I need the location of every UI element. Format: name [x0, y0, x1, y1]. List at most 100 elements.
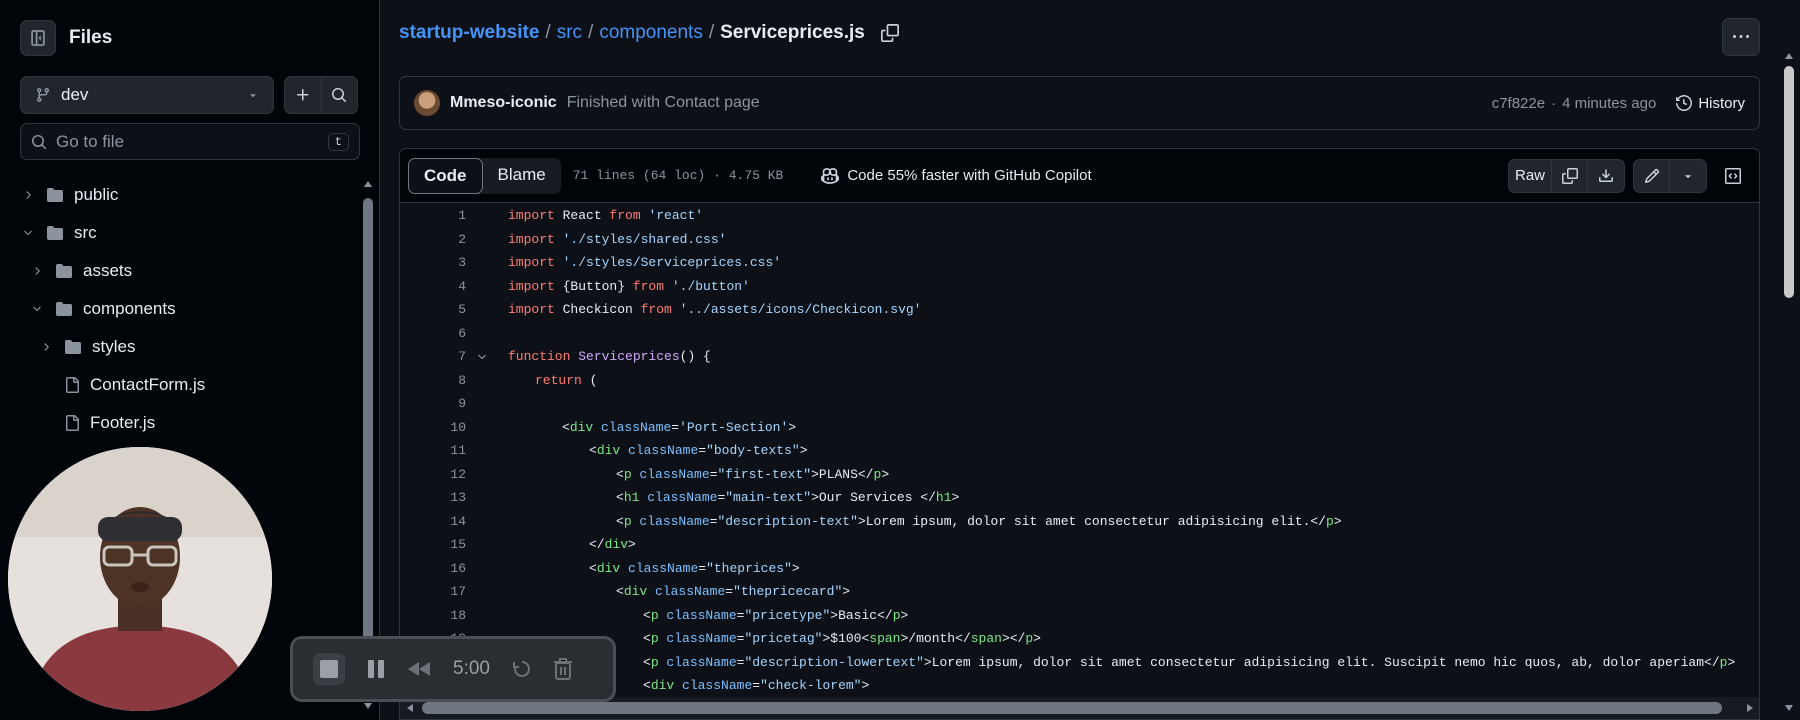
line-number[interactable]: 11 — [400, 443, 466, 458]
code-line[interactable]: 5 import Checkicon from '../assets/icons/… — [400, 298, 1759, 322]
page-scrollbar-thumb[interactable] — [1784, 66, 1794, 298]
line-number[interactable]: 10 — [400, 420, 466, 435]
chevron-right-icon[interactable] — [29, 265, 45, 277]
code-line[interactable]: 6 — [400, 322, 1759, 346]
breadcrumb-components-link[interactable]: components — [599, 22, 703, 44]
code-token: className — [639, 466, 710, 482]
chevron-down-icon[interactable] — [29, 303, 45, 315]
kebab-horizontal-icon — [1733, 29, 1749, 45]
search-files-button[interactable] — [322, 77, 358, 113]
tree-item-footer-js[interactable]: Footer.js — [0, 404, 350, 442]
code-line[interactable]: 8 return ( — [400, 369, 1759, 393]
code-line[interactable]: 9 — [400, 392, 1759, 416]
commit-author[interactable]: Mmeso-iconic — [450, 94, 557, 112]
copy-icon — [1561, 167, 1578, 184]
sidebar-collapse-button[interactable] — [20, 20, 56, 56]
sidebar-scrollbar-thumb[interactable] — [363, 198, 373, 658]
line-number[interactable]: 3 — [400, 255, 466, 270]
code-line[interactable]: 11 <div className="body-texts"> — [400, 439, 1759, 463]
add-file-button[interactable] — [285, 77, 322, 113]
fold-chevron-icon[interactable] — [466, 351, 498, 363]
code-text: <p className="first-text">PLANS</p> — [498, 467, 889, 482]
copy-raw-button[interactable] — [1552, 159, 1588, 192]
line-number[interactable]: 12 — [400, 467, 466, 482]
delete-recording-button[interactable] — [553, 658, 572, 680]
folder-icon — [46, 225, 64, 241]
restart-button[interactable] — [512, 659, 532, 679]
edit-options-dropdown[interactable] — [1670, 160, 1706, 192]
history-button[interactable]: History — [1676, 95, 1745, 112]
recording-timer: 5:00 — [453, 658, 490, 679]
code-line[interactable]: 10 <div className='Port-Section'> — [400, 416, 1759, 440]
rewind-button[interactable] — [407, 661, 431, 677]
code-line[interactable]: 17 <div className="thepricecard"> — [400, 580, 1759, 604]
chevron-right-icon[interactable] — [38, 341, 54, 353]
code-token: < — [643, 678, 651, 694]
tree-item-components[interactable]: components — [0, 290, 350, 328]
line-number[interactable]: 15 — [400, 537, 466, 552]
go-to-file-input[interactable]: Go to file t — [20, 123, 360, 160]
chevron-down-icon[interactable] — [20, 227, 36, 239]
page-vertical-scrollbar[interactable] — [1782, 48, 1796, 720]
line-number[interactable]: 13 — [400, 490, 466, 505]
code-line[interactable]: 16 <div className="theprices"> — [400, 557, 1759, 581]
line-number[interactable]: 7 — [400, 349, 466, 364]
commit-hash[interactable]: c7f822e — [1492, 95, 1545, 112]
line-number[interactable]: 14 — [400, 514, 466, 529]
sidebar-scrollbar[interactable] — [361, 176, 375, 714]
symbols-panel-button[interactable] — [1715, 160, 1751, 192]
raw-button[interactable]: Raw — [1509, 159, 1552, 192]
tree-item-styles[interactable]: styles — [0, 328, 350, 366]
code-token: className — [666, 631, 737, 647]
line-number[interactable]: 4 — [400, 279, 466, 294]
horizontal-scrollbar-thumb[interactable] — [422, 702, 1722, 714]
copy-path-button[interactable] — [880, 24, 899, 42]
stop-recording-button[interactable] — [313, 653, 345, 685]
tree-item-contactform-js[interactable]: ContactForm.js — [0, 366, 350, 404]
code-line[interactable]: 7 function Serviceprices() { — [400, 345, 1759, 369]
code-line[interactable]: 3 import './styles/Serviceprices.css' — [400, 251, 1759, 275]
line-number[interactable]: 6 — [400, 326, 466, 341]
line-number[interactable]: 2 — [400, 232, 466, 247]
code-token: Checkicon — [562, 302, 641, 318]
code-token: h1 — [623, 490, 648, 506]
code-token: "description-text" — [717, 513, 858, 529]
code-text: return ( — [498, 373, 597, 388]
tree-item-label: public — [74, 185, 119, 204]
breadcrumb-repo-link[interactable]: startup-website — [399, 22, 539, 44]
breadcrumb-src-link[interactable]: src — [557, 22, 582, 44]
tree-item-assets[interactable]: assets — [0, 252, 350, 290]
line-number[interactable]: 1 — [400, 208, 466, 223]
code-token: > — [951, 490, 960, 506]
code-line[interactable]: 12 <p className="first-text">PLANS</p> — [400, 463, 1759, 487]
code-text: </div> — [498, 537, 636, 552]
line-number[interactable]: 17 — [400, 584, 466, 599]
line-number[interactable]: 8 — [400, 373, 466, 388]
code-line[interactable]: 18 <p className="pricetype">Basic</p> — [400, 604, 1759, 628]
code-line[interactable]: 2 import './styles/shared.css' — [400, 228, 1759, 252]
tree-item-src[interactable]: src — [0, 214, 350, 252]
code-token: "body-texts" — [706, 443, 800, 459]
edit-button[interactable] — [1634, 159, 1670, 192]
code-line[interactable]: 4 import {Button} from './button' — [400, 275, 1759, 299]
commit-message[interactable]: Finished with Contact page — [567, 94, 760, 112]
avatar[interactable] — [414, 90, 440, 116]
line-number[interactable]: 5 — [400, 302, 466, 317]
tree-item-public[interactable]: public — [0, 176, 350, 214]
code-line[interactable]: 15 </div> — [400, 533, 1759, 557]
download-button[interactable] — [1588, 160, 1624, 192]
tab-blame[interactable]: Blame — [483, 158, 561, 194]
copilot-promo[interactable]: Code 55% faster with GitHub Copilot — [821, 167, 1092, 185]
line-number[interactable]: 16 — [400, 561, 466, 576]
pause-button[interactable] — [367, 659, 385, 679]
code-line[interactable]: 13 <h1 className="main-text">Our Services… — [400, 486, 1759, 510]
branch-selector[interactable]: dev — [20, 76, 274, 114]
tab-code[interactable]: Code — [408, 157, 483, 194]
line-number[interactable]: 18 — [400, 608, 466, 623]
chevron-right-icon[interactable] — [20, 189, 36, 201]
line-number[interactable]: 9 — [400, 396, 466, 411]
copy-icon — [880, 24, 899, 42]
code-line[interactable]: 1 import React from 'react' — [400, 204, 1759, 228]
more-options-button[interactable] — [1722, 18, 1760, 56]
code-line[interactable]: 14 <p className="description-text">Lorem … — [400, 510, 1759, 534]
